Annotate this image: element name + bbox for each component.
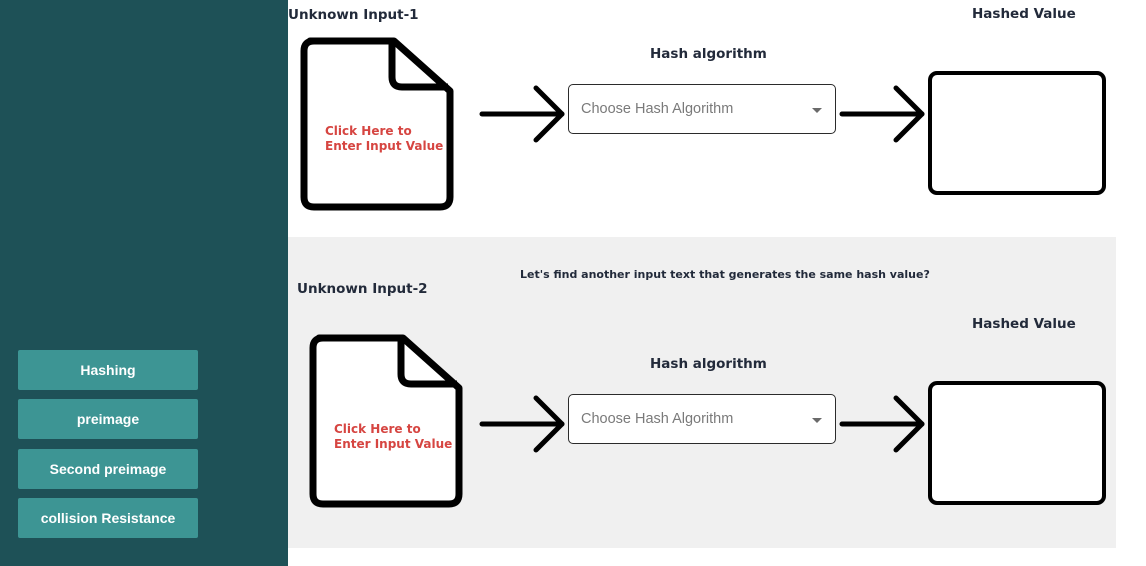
hashed-value-2-title: Hashed Value bbox=[972, 316, 1076, 332]
input-2-doc-text: Click Here to Enter Input Value bbox=[334, 422, 452, 452]
nav-hashing-button[interactable]: Hashing bbox=[18, 350, 198, 390]
unknown-input-2-title: Unknown Input-2 bbox=[297, 281, 428, 297]
arrow-right-icon bbox=[479, 85, 565, 143]
unknown-input-1-title: Unknown Input-1 bbox=[288, 7, 419, 23]
hash-algorithm-2-title: Hash algorithm bbox=[650, 356, 767, 372]
caret-down-icon bbox=[812, 108, 822, 113]
nav-collision-resistance-button[interactable]: collision Resistance bbox=[18, 498, 198, 538]
input-2-doc-line2: Enter Input Value bbox=[334, 437, 453, 451]
input-1-doc-text: Click Here to Enter Input Value bbox=[325, 124, 443, 154]
hash-algorithm-1-title: Hash algorithm bbox=[650, 46, 767, 62]
input-2-document[interactable]: Click Here to Enter Input Value bbox=[309, 334, 467, 508]
input-1-doc-line1: Click Here to bbox=[325, 124, 412, 138]
input-1-doc-line2: Enter Input Value bbox=[325, 139, 444, 153]
document-icon bbox=[309, 334, 463, 508]
caret-down-icon bbox=[812, 418, 822, 423]
hashed-value-1-box bbox=[928, 71, 1106, 195]
hashed-value-2-box bbox=[928, 381, 1106, 505]
second-input-prompt: Let's find another input text that gener… bbox=[520, 268, 930, 281]
nav-preimage-button[interactable]: preimage bbox=[18, 399, 198, 439]
hashed-value-1-title: Hashed Value bbox=[972, 6, 1076, 22]
sidebar: Hashing preimage Second preimage collisi… bbox=[0, 0, 288, 566]
arrow-right-icon bbox=[839, 395, 925, 453]
arrow-right-icon bbox=[839, 85, 925, 143]
hash-algorithm-1-select[interactable]: Choose Hash Algorithm bbox=[568, 84, 836, 134]
hash-algorithm-1-placeholder: Choose Hash Algorithm bbox=[581, 101, 734, 117]
nav-second-preimage-button[interactable]: Second preimage bbox=[18, 449, 198, 489]
hash-algorithm-2-placeholder: Choose Hash Algorithm bbox=[581, 411, 734, 427]
input-1-document[interactable]: Click Here to Enter Input Value bbox=[300, 37, 458, 211]
hash-algorithm-2-select[interactable]: Choose Hash Algorithm bbox=[568, 394, 836, 444]
input-2-doc-line1: Click Here to bbox=[334, 422, 421, 436]
arrow-right-icon bbox=[479, 395, 565, 453]
